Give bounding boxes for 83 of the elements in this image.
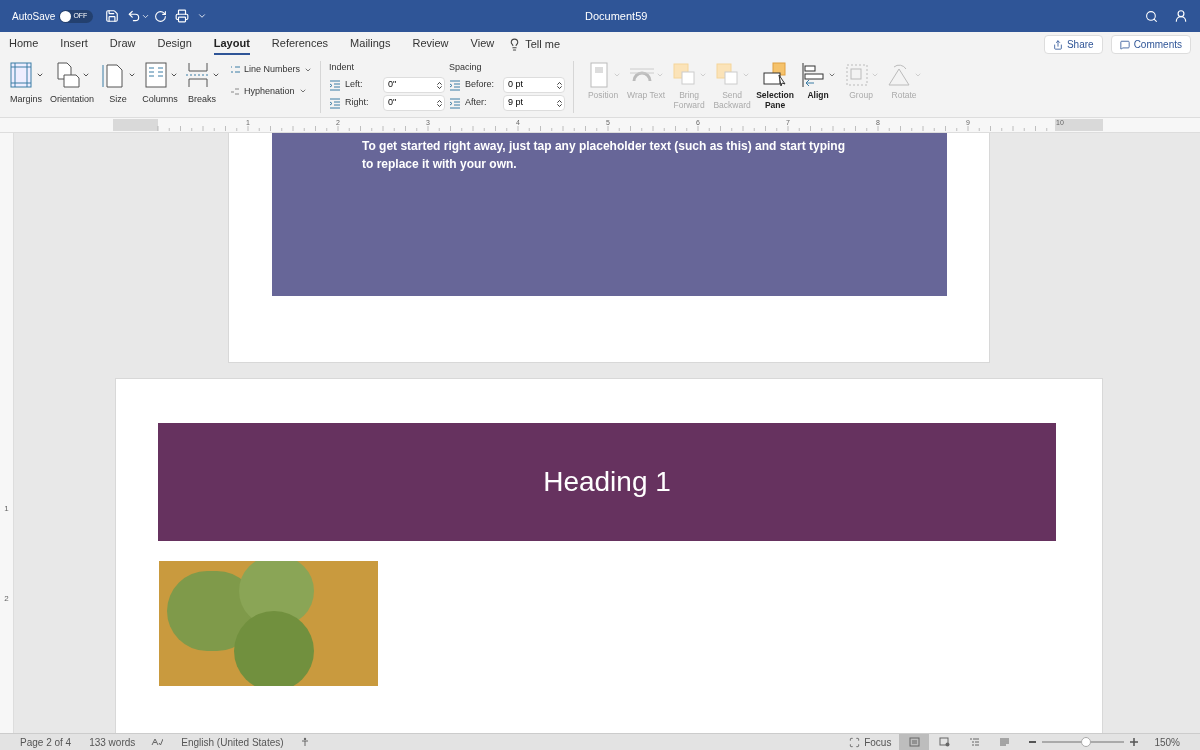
indent-icon	[449, 97, 462, 109]
share-button[interactable]: Share	[1043, 35, 1103, 54]
share-icon	[1052, 39, 1063, 50]
ribbon-button[interactable]: Align	[797, 61, 840, 100]
ribbon-button[interactable]: Columns	[142, 61, 179, 107]
caret-icon	[742, 71, 751, 79]
group-title: Spacing	[449, 61, 483, 74]
field-label: After:	[465, 96, 488, 110]
comment-icon	[1119, 39, 1130, 50]
ribbon-tab[interactable]: Design	[157, 34, 192, 55]
search-icon[interactable]	[1145, 9, 1158, 23]
redo-icon[interactable]	[154, 9, 168, 23]
customize-icon[interactable]	[197, 11, 208, 21]
ruler-number: 1	[4, 505, 9, 513]
ribbon-button[interactable]: Margins	[8, 61, 44, 107]
stepper-icon[interactable]	[555, 98, 565, 108]
field-label: Left:	[345, 78, 364, 92]
indent-icon	[329, 97, 342, 109]
caret-icon	[128, 71, 137, 79]
orientation-icon	[54, 61, 82, 89]
line-numbers-icon	[230, 64, 241, 75]
heading-text: Heading 1	[543, 465, 671, 499]
spacing-after-field[interactable]: 9 pt	[503, 95, 566, 111]
ruler-number: 2	[4, 595, 9, 603]
page-count[interactable]: Page 2 of 4	[20, 734, 72, 750]
proofing-icon[interactable]	[151, 737, 164, 747]
caret-icon	[212, 71, 221, 79]
undo-icon[interactable]	[127, 9, 142, 23]
hyphenation-icon	[230, 86, 241, 97]
group-title: Indent	[329, 61, 356, 74]
web-layout-icon	[938, 737, 950, 747]
ribbon-tab[interactable]: References	[271, 34, 329, 55]
indent-right-field[interactable]: 0"	[383, 95, 446, 111]
caret-icon	[170, 71, 179, 79]
ribbon-tab[interactable]: Draw	[109, 34, 136, 55]
caret-icon	[699, 71, 708, 79]
autosave-label: AutoSave	[12, 9, 56, 24]
tell-me-button[interactable]: Tell me	[525, 36, 561, 53]
focus-button[interactable]: Focus	[849, 734, 892, 750]
slider-thumb[interactable]	[1080, 737, 1091, 747]
ribbon-tab[interactable]: Review	[412, 34, 449, 55]
print-layout-icon	[908, 737, 920, 747]
save-icon[interactable]	[105, 9, 120, 23]
field-label: Before:	[465, 78, 496, 92]
outline-layout-icon	[968, 737, 980, 747]
ribbon-button[interactable]: Orientation	[50, 61, 95, 107]
focus-icon	[849, 736, 861, 748]
caret-icon	[613, 71, 622, 79]
comments-button[interactable]: Comments	[1110, 35, 1191, 54]
draft-layout-icon	[998, 737, 1010, 747]
ribbon-tab[interactable]: Mailings	[350, 34, 391, 55]
language-label[interactable]: English (United States)	[181, 734, 284, 750]
person-icon[interactable]	[1174, 9, 1188, 23]
placeholder-paragraph: To get started right away, just tap any placeholder text (such as this) and start typing to replace it with your own.	[362, 138, 846, 173]
caret-icon	[914, 71, 923, 79]
window-title: Document59	[584, 8, 649, 24]
stepper-icon[interactable]	[555, 80, 565, 90]
accessibility-icon[interactable]	[299, 737, 310, 747]
ribbon-button[interactable]: Selection Pane	[754, 61, 797, 110]
caret-icon	[656, 71, 665, 79]
ribbon-tab[interactable]: Insert	[60, 34, 88, 55]
caret-icon	[82, 71, 90, 79]
field-label: Right:	[345, 96, 370, 110]
caret-icon	[871, 71, 880, 79]
ribbon-tab[interactable]: Layout	[213, 34, 250, 55]
zoom-in-icon[interactable]	[1130, 738, 1139, 746]
print-icon[interactable]	[175, 9, 190, 23]
caret-icon	[828, 71, 837, 79]
ribbon-tab[interactable]: View	[470, 34, 495, 55]
word-count[interactable]: 133 words	[89, 734, 136, 750]
zoom-percent[interactable]: 150%	[1154, 734, 1180, 750]
ribbon-tab[interactable]: Home	[9, 34, 39, 55]
hyphenation-button[interactable]: Hyphenation	[230, 84, 313, 98]
indent-icon	[329, 79, 342, 91]
line-numbers-button[interactable]: Line Numbers	[230, 63, 313, 77]
ribbon-button[interactable]: Breaks	[184, 61, 221, 107]
caret-icon	[36, 71, 44, 79]
stepper-icon[interactable]	[435, 80, 445, 90]
indent-icon	[449, 79, 462, 91]
ribbon-button[interactable]: Size	[100, 61, 137, 107]
spacing-before-field[interactable]: 0 pt	[503, 77, 566, 93]
stepper-icon[interactable]	[435, 98, 445, 108]
indent-left-field[interactable]: 0"	[383, 77, 446, 93]
